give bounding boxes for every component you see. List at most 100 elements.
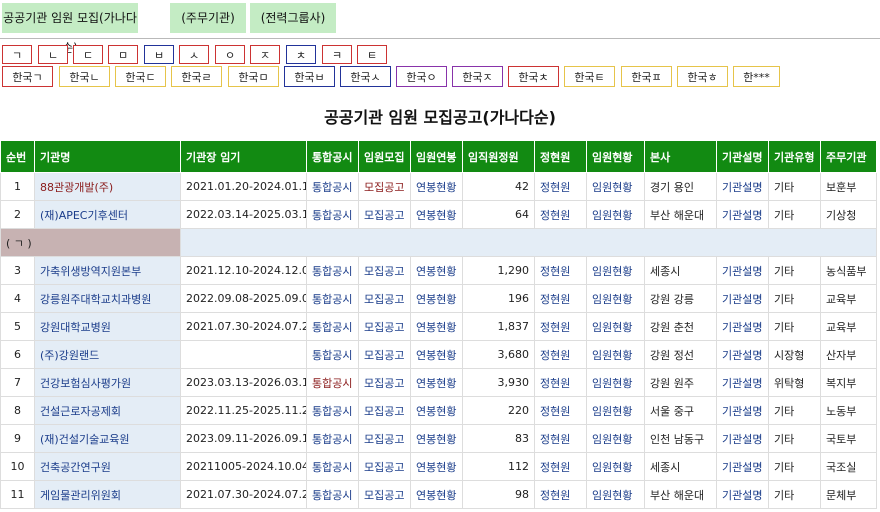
executive-status-link[interactable]: 임원현황 (586, 396, 645, 425)
disclosure-link[interactable]: 통합공시 (306, 480, 359, 509)
executive-status-link[interactable]: 임원현황 (586, 424, 645, 453)
executive-status-link[interactable]: 임원현황 (586, 172, 645, 201)
agency-name-link[interactable]: (재)APEC기후센터 (34, 200, 181, 229)
recruit-notice-link[interactable]: 모집공고 (358, 424, 411, 453)
recruit-notice-link[interactable]: 모집공고 (358, 396, 411, 425)
agency-name-link[interactable]: 강원대학교병원 (34, 312, 181, 341)
current-staff-link[interactable]: 정현원 (534, 480, 587, 509)
agency-description-link[interactable]: 기관설명 (716, 452, 769, 481)
consonant-filter-button[interactable]: ㅅ (179, 45, 209, 64)
salary-status-link[interactable]: 연봉현황 (410, 312, 463, 341)
agency-name-link[interactable]: 건강보험심사평가원 (34, 368, 181, 397)
consonant-filter-button[interactable]: ㅊ (286, 45, 316, 64)
agency-name-link[interactable]: 건축공간연구원 (34, 452, 181, 481)
agency-description-link[interactable]: 기관설명 (716, 312, 769, 341)
recruit-notice-link[interactable]: 모집공고 (358, 368, 411, 397)
salary-status-link[interactable]: 연봉현황 (410, 284, 463, 313)
hanguk-filter-button[interactable]: 한국ㅇ (396, 66, 447, 87)
agency-name-link[interactable]: 가축위생방역지원본부 (34, 256, 181, 285)
current-staff-link[interactable]: 정현원 (534, 340, 587, 369)
consonant-filter-button[interactable]: ㅈ (250, 45, 280, 64)
agency-description-link[interactable]: 기관설명 (716, 424, 769, 453)
hanguk-filter-button[interactable]: 한국ㄴ (59, 66, 110, 87)
current-staff-link[interactable]: 정현원 (534, 172, 587, 201)
executive-status-link[interactable]: 임원현황 (586, 256, 645, 285)
agency-description-link[interactable]: 기관설명 (716, 172, 769, 201)
salary-status-link[interactable]: 연봉현황 (410, 396, 463, 425)
tab-public-agency-alphabetical[interactable]: 공공기관 임원 모집(가나다순) (2, 3, 138, 55)
salary-status-link[interactable]: 연봉현황 (410, 424, 463, 453)
disclosure-link[interactable]: 통합공시 (306, 256, 359, 285)
salary-status-link[interactable]: 연봉현황 (410, 452, 463, 481)
agency-description-link[interactable]: 기관설명 (716, 256, 769, 285)
agency-name-link[interactable]: (재)건설기술교육원 (34, 424, 181, 453)
consonant-filter-button[interactable]: ㅌ (357, 45, 387, 64)
agency-name-link[interactable]: 게임물관리위원회 (34, 480, 181, 509)
agency-name-link[interactable]: (주)강원랜드 (34, 340, 181, 369)
disclosure-link[interactable]: 통합공시 (306, 284, 359, 313)
hanguk-filter-button[interactable]: 한국ㅂ (284, 66, 335, 87)
current-staff-link[interactable]: 정현원 (534, 284, 587, 313)
agency-description-link[interactable]: 기관설명 (716, 200, 769, 229)
current-staff-link[interactable]: 정현원 (534, 200, 587, 229)
disclosure-link[interactable]: 통합공시 (306, 200, 359, 229)
consonant-filter-button[interactable]: ㄱ (2, 45, 32, 64)
executive-status-link[interactable]: 임원현황 (586, 340, 645, 369)
salary-status-link[interactable]: 연봉현황 (410, 200, 463, 229)
agency-name-link[interactable]: 건설근로자공제회 (34, 396, 181, 425)
recruit-notice-link[interactable]: 모집공고 (358, 480, 411, 509)
consonant-filter-button[interactable]: ㄷ (73, 45, 103, 64)
recruit-notice-link[interactable]: 모집공고 (358, 256, 411, 285)
hanguk-filter-button[interactable]: 한국ㄹ (171, 66, 222, 87)
disclosure-link[interactable]: 통합공시 (306, 424, 359, 453)
hanguk-filter-button[interactable]: 한국ㅌ (564, 66, 615, 87)
current-staff-link[interactable]: 정현원 (534, 396, 587, 425)
executive-status-link[interactable]: 임원현황 (586, 452, 645, 481)
consonant-filter-button[interactable]: ㅂ (144, 45, 174, 64)
current-staff-link[interactable]: 정현원 (534, 424, 587, 453)
agency-name-link[interactable]: 강릉원주대학교치과병원 (34, 284, 181, 313)
hanguk-filter-button[interactable]: 한국ㅅ (340, 66, 391, 87)
hanguk-filter-button[interactable]: 한국ㅍ (621, 66, 672, 87)
agency-description-link[interactable]: 기관설명 (716, 340, 769, 369)
salary-status-link[interactable]: 연봉현황 (410, 172, 463, 201)
hanguk-filter-button[interactable]: 한국ㅈ (452, 66, 503, 87)
recruit-notice-link[interactable]: 모집공고 (358, 312, 411, 341)
tab-supervising-agency[interactable]: (주무기관) (170, 3, 246, 33)
recruit-notice-link[interactable]: 모집공고 (358, 200, 411, 229)
current-staff-link[interactable]: 정현원 (534, 368, 587, 397)
executive-status-link[interactable]: 임원현황 (586, 200, 645, 229)
executive-status-link[interactable]: 임원현황 (586, 284, 645, 313)
hanguk-filter-button[interactable]: 한국ㅎ (677, 66, 728, 87)
salary-status-link[interactable]: 연봉현황 (410, 340, 463, 369)
tab-power-group[interactable]: (전력그룹사) (250, 3, 336, 33)
recruit-notice-link[interactable]: 모집공고 (358, 452, 411, 481)
disclosure-link[interactable]: 통합공시 (306, 396, 359, 425)
consonant-filter-button[interactable]: ㅁ (108, 45, 138, 64)
current-staff-link[interactable]: 정현원 (534, 256, 587, 285)
agency-description-link[interactable]: 기관설명 (716, 284, 769, 313)
agency-description-link[interactable]: 기관설명 (716, 396, 769, 425)
disclosure-link[interactable]: 통합공시 (306, 340, 359, 369)
salary-status-link[interactable]: 연봉현황 (410, 368, 463, 397)
agency-name-link[interactable]: 88관광개발(주) (34, 172, 181, 201)
executive-status-link[interactable]: 임원현황 (586, 480, 645, 509)
hanguk-filter-button[interactable]: 한*** (733, 66, 780, 87)
disclosure-link[interactable]: 통합공시 (306, 368, 359, 397)
executive-status-link[interactable]: 임원현황 (586, 368, 645, 397)
hanguk-filter-button[interactable]: 한국ㅊ (508, 66, 559, 87)
hanguk-filter-button[interactable]: 한국ㅁ (228, 66, 279, 87)
hanguk-filter-button[interactable]: 한국ㄷ (115, 66, 166, 87)
current-staff-link[interactable]: 정현원 (534, 312, 587, 341)
executive-status-link[interactable]: 임원현황 (586, 312, 645, 341)
agency-description-link[interactable]: 기관설명 (716, 368, 769, 397)
disclosure-link[interactable]: 통합공시 (306, 452, 359, 481)
consonant-filter-button[interactable]: ㄴ (38, 45, 68, 64)
salary-status-link[interactable]: 연봉현황 (410, 256, 463, 285)
consonant-filter-button[interactable]: ㅇ (215, 45, 245, 64)
consonant-filter-button[interactable]: ㅋ (322, 45, 352, 64)
recruit-notice-link[interactable]: 모집공고 (358, 284, 411, 313)
current-staff-link[interactable]: 정현원 (534, 452, 587, 481)
disclosure-link[interactable]: 통합공시 (306, 172, 359, 201)
hanguk-filter-button[interactable]: 한국ㄱ (2, 66, 53, 87)
